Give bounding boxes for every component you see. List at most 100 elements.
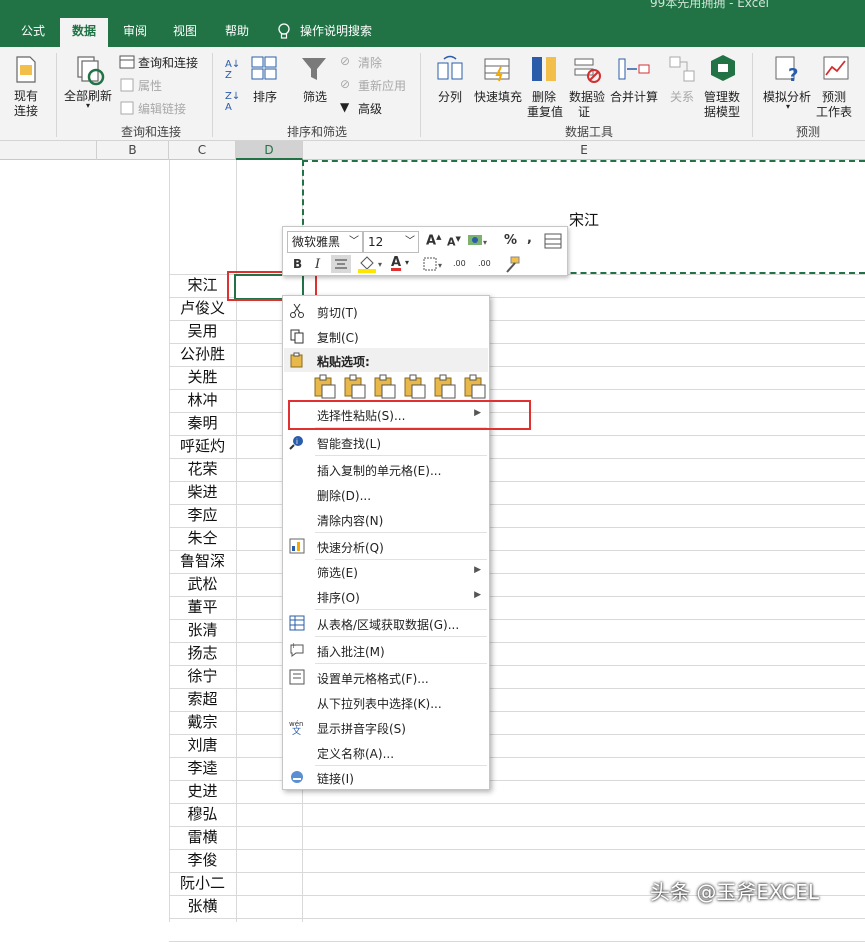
forecast-sheet-icon[interactable] <box>822 55 850 83</box>
name-cell[interactable]: 卢俊义 <box>169 297 236 320</box>
paste-formatting-icon[interactable] <box>433 374 457 400</box>
name-cell[interactable]: 林冲 <box>169 389 236 412</box>
name-cell[interactable]: 李应 <box>169 504 236 527</box>
text-to-columns-button[interactable]: 分列 <box>438 88 462 105</box>
manage-data-model-icon[interactable] <box>709 53 737 83</box>
menu-item-insert-copied[interactable]: 插入复制的单元格(E)... <box>283 457 489 482</box>
paste-transpose-icon[interactable] <box>403 374 427 400</box>
menu-item-delete[interactable]: 删除(D)... <box>283 482 489 507</box>
filter-button[interactable]: 筛选 <box>303 88 327 105</box>
sort-icon[interactable] <box>250 55 278 81</box>
consolidate-icon[interactable] <box>617 55 651 83</box>
paste-link-icon[interactable] <box>463 374 487 400</box>
column-header-a[interactable] <box>0 141 97 160</box>
data-validation-label-2[interactable]: 证 <box>578 103 590 120</box>
name-cell[interactable]: 公孙胜 <box>169 343 236 366</box>
paste-icon[interactable] <box>313 374 337 400</box>
sort-za-icon[interactable]: Z↓ A <box>225 91 240 113</box>
queries-connections-button[interactable]: 查询和连接 <box>138 54 198 71</box>
name-cell[interactable]: 张横 <box>169 895 236 918</box>
relationships-button[interactable]: 关系 <box>670 88 694 105</box>
align-center-icon[interactable] <box>331 255 351 273</box>
name-cell[interactable]: 穆弘 <box>169 803 236 826</box>
name-cell[interactable]: 李逵 <box>169 757 236 780</box>
increase-decimal-button[interactable]: .00 <box>453 259 466 268</box>
font-size-box[interactable]: 12 ﹀ <box>363 231 419 253</box>
format-table-icon[interactable] <box>544 233 562 249</box>
name-cell[interactable]: 阮小二 <box>169 872 236 895</box>
tab-data[interactable]: 数据 <box>60 18 108 47</box>
increase-font-icon[interactable]: A▲ <box>426 233 441 248</box>
decrease-decimal-button[interactable]: .00 <box>478 259 491 268</box>
format-painter-icon[interactable] <box>503 256 521 274</box>
properties-button[interactable]: 属性 <box>138 77 162 94</box>
font-name-box[interactable]: 微软雅黑 ﹀ <box>287 231 363 253</box>
column-header-d[interactable]: D <box>236 141 303 160</box>
name-cell[interactable]: 索超 <box>169 688 236 711</box>
reapply-button[interactable]: 重新应用 <box>358 77 406 94</box>
menu-item-define-name[interactable]: 定义名称(A)... <box>283 740 489 765</box>
name-cell[interactable]: 戴宗 <box>169 711 236 734</box>
tab-view[interactable]: 视图 <box>166 18 204 47</box>
name-cell[interactable]: 扬志 <box>169 642 236 665</box>
name-cell[interactable]: 张清 <box>169 619 236 642</box>
remove-duplicates-icon[interactable] <box>530 55 558 83</box>
sort-button[interactable]: 排序 <box>253 88 277 105</box>
accounting-format-icon[interactable]: ▾ <box>467 233 489 249</box>
edit-links-button[interactable]: 编辑链接 <box>138 100 186 117</box>
column-header-c[interactable]: C <box>169 141 236 160</box>
tab-help[interactable]: 帮助 <box>218 18 256 47</box>
menu-item-format-cells[interactable]: 设置单元格格式(F)... <box>283 665 489 690</box>
decrease-font-icon[interactable]: A▼ <box>447 235 461 249</box>
name-cell[interactable]: 关胜 <box>169 366 236 389</box>
paste-formulas-icon[interactable] <box>373 374 397 400</box>
paste-values-icon[interactable] <box>343 374 367 400</box>
borders-icon[interactable]: ▾ <box>423 257 447 273</box>
flash-fill-button[interactable]: 快速填充 <box>474 88 522 105</box>
chevron-down-icon[interactable]: ▾ <box>405 258 409 267</box>
comma-button[interactable]: , <box>527 231 532 246</box>
menu-item-from-table[interactable]: 从表格/区域获取数据(G)... <box>283 611 489 636</box>
consolidate-button[interactable]: 合并计算 <box>610 88 658 105</box>
percent-button[interactable]: % <box>504 233 517 248</box>
name-cell[interactable]: 秦明 <box>169 412 236 435</box>
flash-fill-icon[interactable] <box>483 55 511 83</box>
name-cell[interactable]: 花荣 <box>169 458 236 481</box>
menu-item-filter[interactable]: 筛选(E) ▶ <box>283 559 489 584</box>
bold-button[interactable]: B <box>293 257 302 271</box>
menu-item-insert-comment[interactable]: + 插入批注(M) <box>283 638 489 663</box>
data-validation-icon[interactable] <box>573 55 601 83</box>
chevron-down-icon[interactable]: ﹀ <box>405 232 415 252</box>
filter-icon[interactable] <box>300 55 328 83</box>
name-cell[interactable]: 雷横 <box>169 826 236 849</box>
name-cell[interactable]: 史进 <box>169 780 236 803</box>
clear-button[interactable]: 清除 <box>358 54 382 71</box>
advanced-button[interactable]: 高级 <box>358 100 382 117</box>
tab-formulas[interactable]: 公式 <box>14 18 52 47</box>
name-cell[interactable]: 鲁智深 <box>169 550 236 573</box>
name-cell[interactable]: 宋江 <box>169 274 236 297</box>
manage-data-model-label-2[interactable]: 据模型 <box>704 103 740 120</box>
menu-item-phonetic[interactable]: wén 文 显示拼音字段(S) <box>283 715 489 740</box>
chevron-down-icon[interactable]: ▾ <box>786 102 790 111</box>
name-cell[interactable]: 柴进 <box>169 481 236 504</box>
refresh-all-icon[interactable] <box>76 55 106 87</box>
menu-item-link[interactable]: 链接(I) <box>283 765 489 790</box>
menu-item-copy[interactable]: 复制(C) <box>283 324 489 349</box>
name-cell[interactable]: 朱仝 <box>169 527 236 550</box>
existing-connections-label-2[interactable]: 连接 <box>14 102 38 119</box>
remove-duplicates-label-2[interactable]: 重复值 <box>527 103 563 120</box>
forecast-sheet-label-2[interactable]: 工作表 <box>816 103 852 120</box>
tell-me-search[interactable]: 操作说明搜索 <box>300 18 380 47</box>
sort-az-icon[interactable]: A↓ Z <box>225 59 240 81</box>
name-cell[interactable]: 徐宁 <box>169 665 236 688</box>
menu-item-cut[interactable]: 剪切(T) <box>283 299 489 324</box>
name-cell[interactable]: 呼延灼 <box>169 435 236 458</box>
existing-connections-icon[interactable] <box>14 55 38 85</box>
chevron-down-icon[interactable]: ﹀ <box>349 232 359 252</box>
menu-item-clear-contents[interactable]: 清除内容(N) <box>283 507 489 532</box>
name-cell[interactable]: 吴用 <box>169 320 236 343</box>
name-cell[interactable]: 武松 <box>169 573 236 596</box>
menu-item-sort[interactable]: 排序(O) ▶ <box>283 584 489 609</box>
name-cell[interactable]: 李俊 <box>169 849 236 872</box>
